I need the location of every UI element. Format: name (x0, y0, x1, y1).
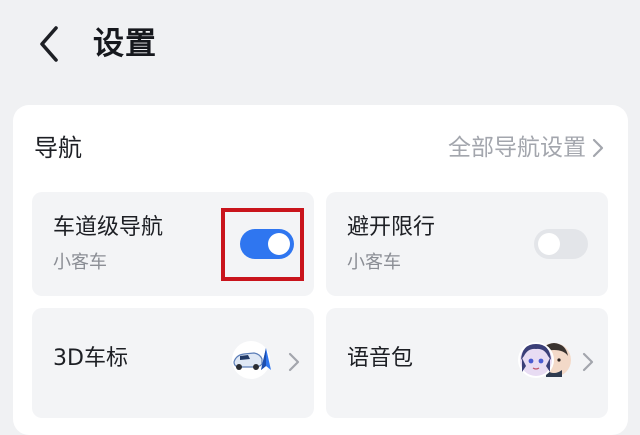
tile-subtitle: 小客车 (53, 252, 107, 273)
navigation-settings-card: 导航 全部导航设置 车道级导航 小客车 避开限行 小客车 3D车标 语音包 (13, 105, 628, 435)
tile-title: 避开限行 (347, 215, 436, 240)
tile-avoid-restrictions: 避开限行 小客车 (326, 192, 608, 296)
back-button[interactable] (30, 22, 70, 66)
section-title-navigation: 导航 (34, 134, 82, 162)
voice-avatars-icon (518, 342, 571, 378)
header-bar: 设置 (0, 0, 640, 90)
tile-3d-car-marker[interactable]: 3D车标 (32, 308, 314, 418)
car-model-icon (232, 341, 271, 379)
tile-title: 车道级导航 (53, 215, 164, 240)
highlight-annotation-box (221, 208, 304, 281)
page-title: 设置 (93, 26, 157, 62)
all-navigation-settings-label: 全部导航设置 (448, 135, 586, 161)
chevron-right-icon (288, 352, 300, 372)
tile-voice-package[interactable]: 语音包 (326, 308, 608, 418)
chevron-left-icon (40, 26, 58, 62)
toggle-knob (538, 233, 560, 255)
all-navigation-settings-link[interactable]: 全部导航设置 (448, 131, 604, 165)
chevron-right-icon (582, 352, 594, 372)
tile-title: 语音包 (347, 346, 414, 371)
avoid-restrictions-toggle[interactable] (534, 229, 588, 259)
tile-title: 3D车标 (53, 346, 128, 371)
chevron-right-icon (592, 138, 604, 158)
tile-subtitle: 小客车 (347, 252, 401, 273)
